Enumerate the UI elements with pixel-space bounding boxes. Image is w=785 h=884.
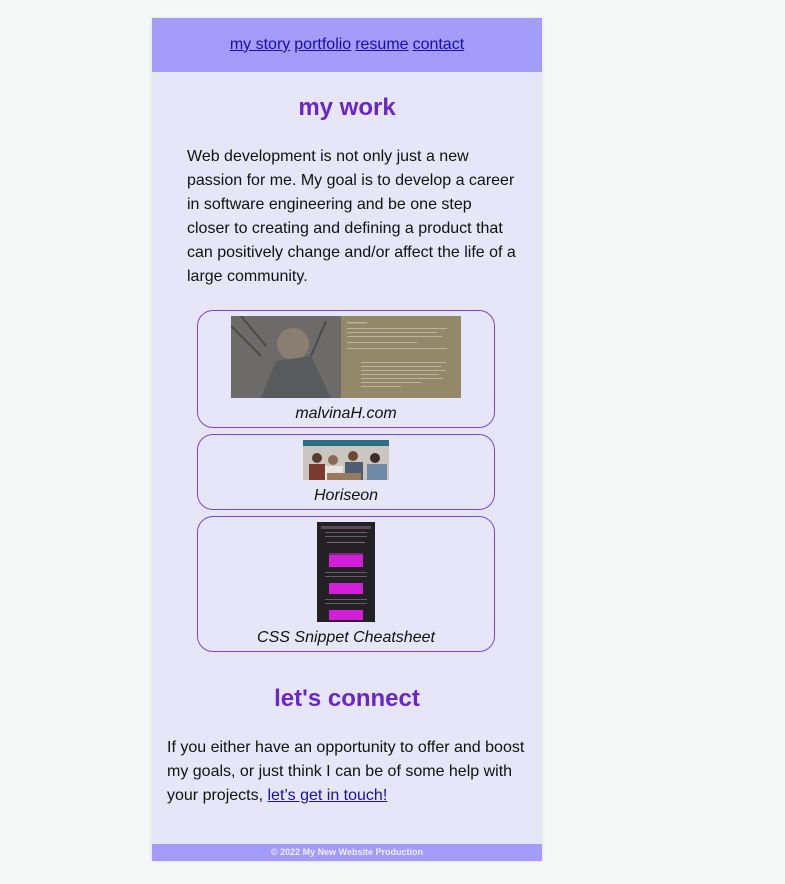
nav-link-my-story[interactable]: my story [230, 36, 290, 54]
get-in-touch-link[interactable]: let’s get in touch! [267, 787, 387, 804]
css-cheatsheet-thumb-art [317, 522, 375, 622]
portfolio-caption[interactable]: malvinaH.com [198, 405, 494, 423]
malvinah-screenshot-image[interactable] [231, 316, 461, 398]
intro-paragraph: Web development is not only just a new p… [187, 148, 516, 285]
footer: © 2022 My New Website Production [152, 844, 542, 861]
portfolio-card-css-snippet[interactable]: CSS Snippet Cheatsheet [197, 516, 495, 652]
page-container: my story portfolio resume contact my wor… [152, 18, 542, 861]
horiseon-thumb-art [303, 440, 389, 480]
lets-connect-heading: let's connect [274, 685, 420, 712]
malvinah-thumb-art [231, 316, 461, 398]
portfolio-caption[interactable]: Horiseon [198, 487, 494, 505]
portfolio-caption[interactable]: CSS Snippet Cheatsheet [198, 629, 494, 647]
css-cheatsheet-screenshot-image[interactable] [317, 522, 375, 622]
portfolio-card-horiseon[interactable]: Horiseon [197, 434, 495, 510]
portfolio-card-malvinah[interactable]: malvinaH.com [197, 310, 495, 428]
horiseon-screenshot-image[interactable] [303, 440, 389, 480]
my-work-heading: my work [298, 94, 396, 121]
nav-link-portfolio[interactable]: portfolio [294, 36, 351, 54]
top-nav: my story portfolio resume contact [152, 18, 542, 72]
nav-link-contact[interactable]: contact [413, 36, 465, 54]
nav-link-resume[interactable]: resume [355, 36, 408, 54]
connect-paragraph: If you either have an opportunity to off… [167, 736, 532, 808]
